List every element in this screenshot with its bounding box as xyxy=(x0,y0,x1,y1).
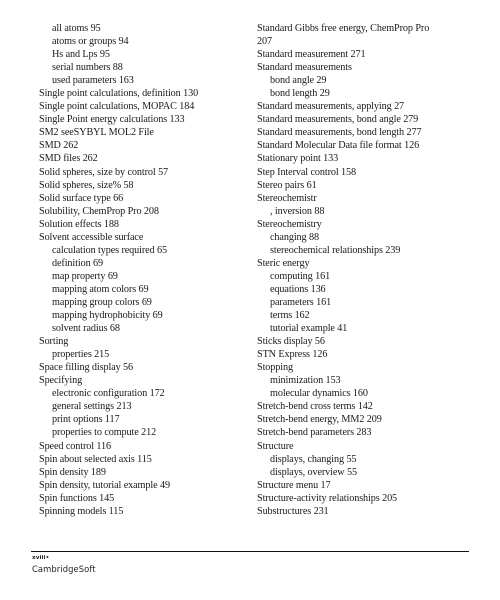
page-number: xviii• xyxy=(32,555,50,561)
index-entry: displays, overview 55 xyxy=(270,466,357,478)
index-entry: Solvent accessible surface xyxy=(39,231,144,243)
index-entry: Hs and Lps 95 xyxy=(52,49,110,61)
index-entry: Spin functions 145 xyxy=(39,492,115,504)
index-entry: Standard Molecular Data file format 126 xyxy=(257,140,420,152)
index-entry: SM2 seeSYBYL MOL2 File xyxy=(39,127,154,139)
index-entry: Speed control 116 xyxy=(39,440,112,452)
index-entry: Stereochemistry xyxy=(257,218,322,230)
index-entry: map property 69 xyxy=(52,270,118,282)
index-entry: mapping atom colors 69 xyxy=(52,283,149,295)
index-entry: Specifying xyxy=(39,375,83,387)
index-entry: Spin density, tutorial example 49 xyxy=(39,479,170,491)
index-page: all atoms 95 atoms or groups 94 Hs and Lps… xyxy=(0,0,500,600)
index-entry: molecular dynamics 160 xyxy=(270,388,368,400)
index-entry: Spin about selected axis 115 xyxy=(39,453,152,465)
index-entry: Sorting xyxy=(39,336,69,348)
index-entry: displays, changing 55 xyxy=(270,453,357,465)
index-entry: Solubility, ChemProp Pro 208 xyxy=(39,205,159,217)
index-column-left: all atoms 95 atoms or groups 94 Hs and Lps… xyxy=(39,22,257,518)
index-entry: Standard Gibbs free energy, ChemProp Pro xyxy=(257,23,430,34)
index-entry: Solid spheres, size by control 57 xyxy=(39,166,169,178)
index-entry: properties to compute 212 xyxy=(52,427,157,439)
index-column-right: Standard Gibbs free energy, ChemProp Pro… xyxy=(257,22,485,518)
index-entry: Single point calculations, definition 13… xyxy=(39,88,199,100)
index-entry: calculation types required 65 xyxy=(52,244,168,256)
index-entry: atoms or groups 94 xyxy=(52,36,129,48)
index-entry: Space filling display 56 xyxy=(39,362,134,374)
index-entry: Solid spheres, size% 58 xyxy=(39,179,134,191)
index-entry: changing 88 xyxy=(270,231,319,243)
index-entry: Standard measurements, bond length 277 xyxy=(257,127,422,139)
index-entry: electronic configuration 172 xyxy=(52,388,165,400)
index-entry: , inversion 88 xyxy=(270,205,325,217)
index-entry: Solution effects 188 xyxy=(39,218,119,230)
index-entry: Stereochemistr xyxy=(257,192,317,204)
index-entry: bond length 29 xyxy=(270,88,330,100)
index-entry: solvent radius 68 xyxy=(52,323,120,335)
index-entry: stereochemical relationships 239 xyxy=(270,244,401,256)
index-entry: general settings 213 xyxy=(52,401,132,413)
index-entry: Spinning models 115 xyxy=(39,505,124,517)
index-entry: Single Point energy calculations 133 xyxy=(39,114,185,126)
index-entry: Steric energy xyxy=(257,257,310,269)
index-entry: Solid surface type 66 xyxy=(39,192,124,204)
index-entry: Step Interval control 158 xyxy=(257,166,357,178)
index-entry: serial numbers 88 xyxy=(52,62,123,74)
index-entry: Stretch-bend energy, MM2 209 xyxy=(257,414,382,426)
index-entry: Spin density 189 xyxy=(39,466,106,478)
index-entry: Stretch-bend cross terms 142 xyxy=(257,401,373,413)
index-entry: Stopping xyxy=(257,362,293,374)
index-entry: Stretch-bend parameters 283 xyxy=(257,427,372,439)
index-entry: mapping hydrophobicity 69 xyxy=(52,310,163,322)
index-entry: parameters 161 xyxy=(270,296,332,308)
index-entry: Stereo pairs 61 xyxy=(257,179,317,191)
index-entry: 207 xyxy=(257,36,272,48)
index-entry: Single point calculations, MOPAC 184 xyxy=(39,101,195,113)
index-entry: Substructures 231 xyxy=(257,505,329,517)
index-entry: Standard measurement 271 xyxy=(257,49,366,61)
index-entry: Structure-activity relationships 205 xyxy=(257,492,398,504)
index-entry: STN Express 126 xyxy=(257,349,328,361)
index-entry: Structure xyxy=(257,440,294,452)
index-entry: definition 69 xyxy=(52,257,104,269)
footer-divider xyxy=(31,551,469,552)
index-entry: Standard measurements, bond angle 279 xyxy=(257,114,419,126)
index-entry: SMD files 262 xyxy=(39,153,98,165)
index-entry: all atoms 95 xyxy=(52,23,101,34)
index-entry: terms 162 xyxy=(270,310,310,322)
publisher-name: CambridgeSoft xyxy=(32,564,96,574)
index-columns: all atoms 95 atoms or groups 94 Hs and Lps… xyxy=(0,22,500,532)
index-entry: Structure menu 17 xyxy=(257,479,331,491)
index-entry: bond angle 29 xyxy=(270,75,327,87)
index-entry: equations 136 xyxy=(270,283,326,295)
index-entry: mapping group colors 69 xyxy=(52,296,152,308)
index-entry: properties 215 xyxy=(52,349,110,361)
index-entry: used parameters 163 xyxy=(52,75,134,87)
index-entry: computing 161 xyxy=(270,270,331,282)
index-entry: tutorial example 41 xyxy=(270,323,348,335)
index-entry: Stationary point 133 xyxy=(257,153,339,165)
index-entry: Sticks display 56 xyxy=(257,336,325,348)
index-entry: minimization 153 xyxy=(270,375,341,387)
index-entry: Standard measurements, applying 27 xyxy=(257,101,405,113)
index-entry: Standard measurements xyxy=(257,62,352,74)
index-entry: print options 117 xyxy=(52,414,120,426)
index-entry: SMD 262 xyxy=(39,140,79,152)
